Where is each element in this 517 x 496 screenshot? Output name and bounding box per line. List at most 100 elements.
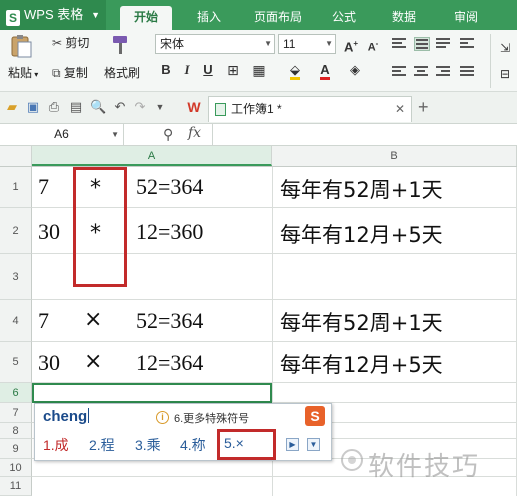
- cell-a1-number[interactable]: 7: [38, 174, 49, 200]
- ribbon-divider: [490, 34, 491, 88]
- row-header-2[interactable]: 2: [0, 208, 32, 254]
- font-color-button[interactable]: A: [316, 60, 334, 80]
- preview-icon[interactable]: 🔍: [90, 99, 106, 115]
- cut-button[interactable]: ✂ 剪切: [52, 34, 89, 51]
- ime-candidate-3[interactable]: 3.乘: [135, 435, 161, 455]
- name-box[interactable]: A6 ▼: [0, 124, 124, 145]
- tab-review[interactable]: 审阅: [442, 6, 490, 30]
- cell-a2-number[interactable]: 30: [38, 219, 60, 245]
- app-name: WPS 表格: [24, 7, 84, 22]
- title-tab-bar: S WPS 表格 ▼ 开始 插入 页面布局 公式 数据 审阅: [0, 0, 517, 30]
- ime-candidate-1[interactable]: 1.成: [43, 435, 69, 455]
- font-name-select[interactable]: 宋体 ▼: [155, 34, 275, 54]
- format-extra-icon[interactable]: ◈: [346, 60, 364, 80]
- fill-color-icon[interactable]: ⬙: [286, 60, 304, 80]
- row-header-8[interactable]: 8: [0, 423, 32, 439]
- bold-button[interactable]: B: [157, 60, 175, 80]
- tab-home[interactable]: 开始: [120, 6, 172, 30]
- undo-icon[interactable]: ↶: [112, 99, 128, 115]
- folder-icon[interactable]: ▰: [4, 99, 20, 115]
- wrap-text-icon[interactable]: ⇲: [496, 38, 514, 58]
- paste-icon[interactable]: [8, 34, 38, 58]
- italic-button[interactable]: I: [178, 60, 196, 80]
- new-tab-plus-icon[interactable]: +: [418, 97, 429, 118]
- paste-button[interactable]: 粘贴 ▾: [8, 64, 38, 81]
- cell-b2[interactable]: 每年有12月+5天: [280, 219, 443, 249]
- cell-a4-number[interactable]: 7: [38, 308, 49, 334]
- active-cell-a6[interactable]: [32, 383, 272, 403]
- zoom-icon[interactable]: ⚲: [163, 126, 173, 143]
- underline-button[interactable]: U: [199, 60, 217, 80]
- border-icon[interactable]: ⊞: [224, 60, 242, 80]
- align-middle-icon[interactable]: [414, 37, 430, 51]
- orientation-icon[interactable]: [460, 38, 476, 52]
- print-icon[interactable]: ▤: [68, 99, 84, 115]
- close-icon[interactable]: ✕: [395, 97, 405, 121]
- merge-cells-icon[interactable]: ⊟: [496, 64, 514, 84]
- ime-more-symbols-link[interactable]: 6.更多特殊符号: [174, 410, 249, 426]
- format-painter-icon[interactable]: [110, 34, 134, 56]
- grow-font-button[interactable]: A+: [342, 34, 360, 54]
- highlight-box: [217, 429, 276, 460]
- row-header-5[interactable]: 5: [0, 342, 32, 383]
- info-icon: i: [156, 411, 169, 424]
- formula-input[interactable]: [212, 124, 517, 145]
- function-fx-icon[interactable]: fx: [188, 125, 201, 141]
- copy-button[interactable]: ⧉ 复制: [52, 64, 88, 81]
- wps-home-icon[interactable]: W: [186, 99, 202, 115]
- cell-b4[interactable]: 每年有52周+1天: [280, 307, 443, 337]
- print-preview-icon[interactable]: ⎙: [46, 99, 62, 115]
- quick-access-bar: ▰ ▣ ⎙ ▤ 🔍 ↶ ↷ ▼ W 工作簿1 * ✕ +: [0, 92, 517, 124]
- ime-next-page-icon[interactable]: ▶: [286, 438, 299, 451]
- cell-a4-result[interactable]: 52=364: [136, 308, 203, 334]
- chevron-down-icon: ▼: [91, 10, 100, 20]
- tab-data[interactable]: 数据: [380, 6, 428, 30]
- cell-a5-operator[interactable]: ×: [84, 349, 102, 374]
- column-header-b[interactable]: B: [272, 146, 517, 166]
- cell-a4-operator[interactable]: ×: [84, 307, 102, 332]
- cell-a2-result[interactable]: 12=360: [136, 219, 203, 245]
- app-menu-button[interactable]: S WPS 表格 ▼: [0, 0, 106, 30]
- align-center-icon[interactable]: [414, 66, 430, 80]
- row-header-10[interactable]: 10: [0, 459, 32, 477]
- cell-b1[interactable]: 每年有52周+1天: [280, 174, 443, 204]
- row-header-9[interactable]: 9: [0, 439, 32, 459]
- tab-insert[interactable]: 插入: [185, 6, 233, 30]
- ime-expand-icon[interactable]: ▼: [307, 438, 320, 451]
- shrink-font-button[interactable]: A-: [364, 34, 382, 54]
- chevron-down-icon: ▼: [264, 39, 272, 48]
- formula-bar: A6 ▼ ⚲ fx: [0, 124, 517, 146]
- row-header-4[interactable]: 4: [0, 300, 32, 342]
- sogou-logo-icon[interactable]: S: [305, 406, 325, 426]
- row-header-7[interactable]: 7: [0, 403, 32, 423]
- column-header-bar: A B: [0, 146, 517, 167]
- row-header-6[interactable]: 6: [0, 383, 32, 403]
- tab-page-layout[interactable]: 页面布局: [243, 6, 313, 30]
- highlight-box: [73, 167, 127, 287]
- align-left-icon[interactable]: [392, 66, 408, 80]
- ime-candidate-4[interactable]: 4.称: [180, 435, 206, 455]
- justify-icon[interactable]: [460, 66, 476, 80]
- save-icon[interactable]: ▣: [25, 99, 41, 115]
- cell-b5[interactable]: 每年有12月+5天: [280, 349, 443, 379]
- cell-a5-result[interactable]: 12=364: [136, 350, 203, 376]
- align-bottom-icon[interactable]: [436, 38, 452, 52]
- align-top-icon[interactable]: [392, 38, 408, 52]
- ime-pinyin-input[interactable]: cheng: [43, 408, 90, 425]
- row-header-3[interactable]: 3: [0, 254, 32, 300]
- cell-a1-result[interactable]: 52=364: [136, 174, 203, 200]
- cell-a5-number[interactable]: 30: [38, 350, 60, 376]
- redo-icon[interactable]: ↷: [132, 99, 148, 115]
- select-all-corner[interactable]: [0, 146, 32, 166]
- row-header-1[interactable]: 1: [0, 167, 32, 208]
- font-size-select[interactable]: 11 ▼: [278, 34, 336, 54]
- customize-toolbar-icon[interactable]: ▼: [152, 99, 168, 115]
- align-right-icon[interactable]: [436, 66, 452, 80]
- format-painter-button[interactable]: 格式刷: [104, 64, 140, 81]
- column-header-a[interactable]: A: [32, 146, 272, 166]
- cell-style-icon[interactable]: ▦: [250, 60, 268, 80]
- document-tab[interactable]: 工作簿1 * ✕: [208, 96, 412, 122]
- ime-candidate-2[interactable]: 2.程: [89, 435, 115, 455]
- row-header-11[interactable]: 11: [0, 477, 32, 496]
- tab-formulas[interactable]: 公式: [322, 6, 366, 30]
